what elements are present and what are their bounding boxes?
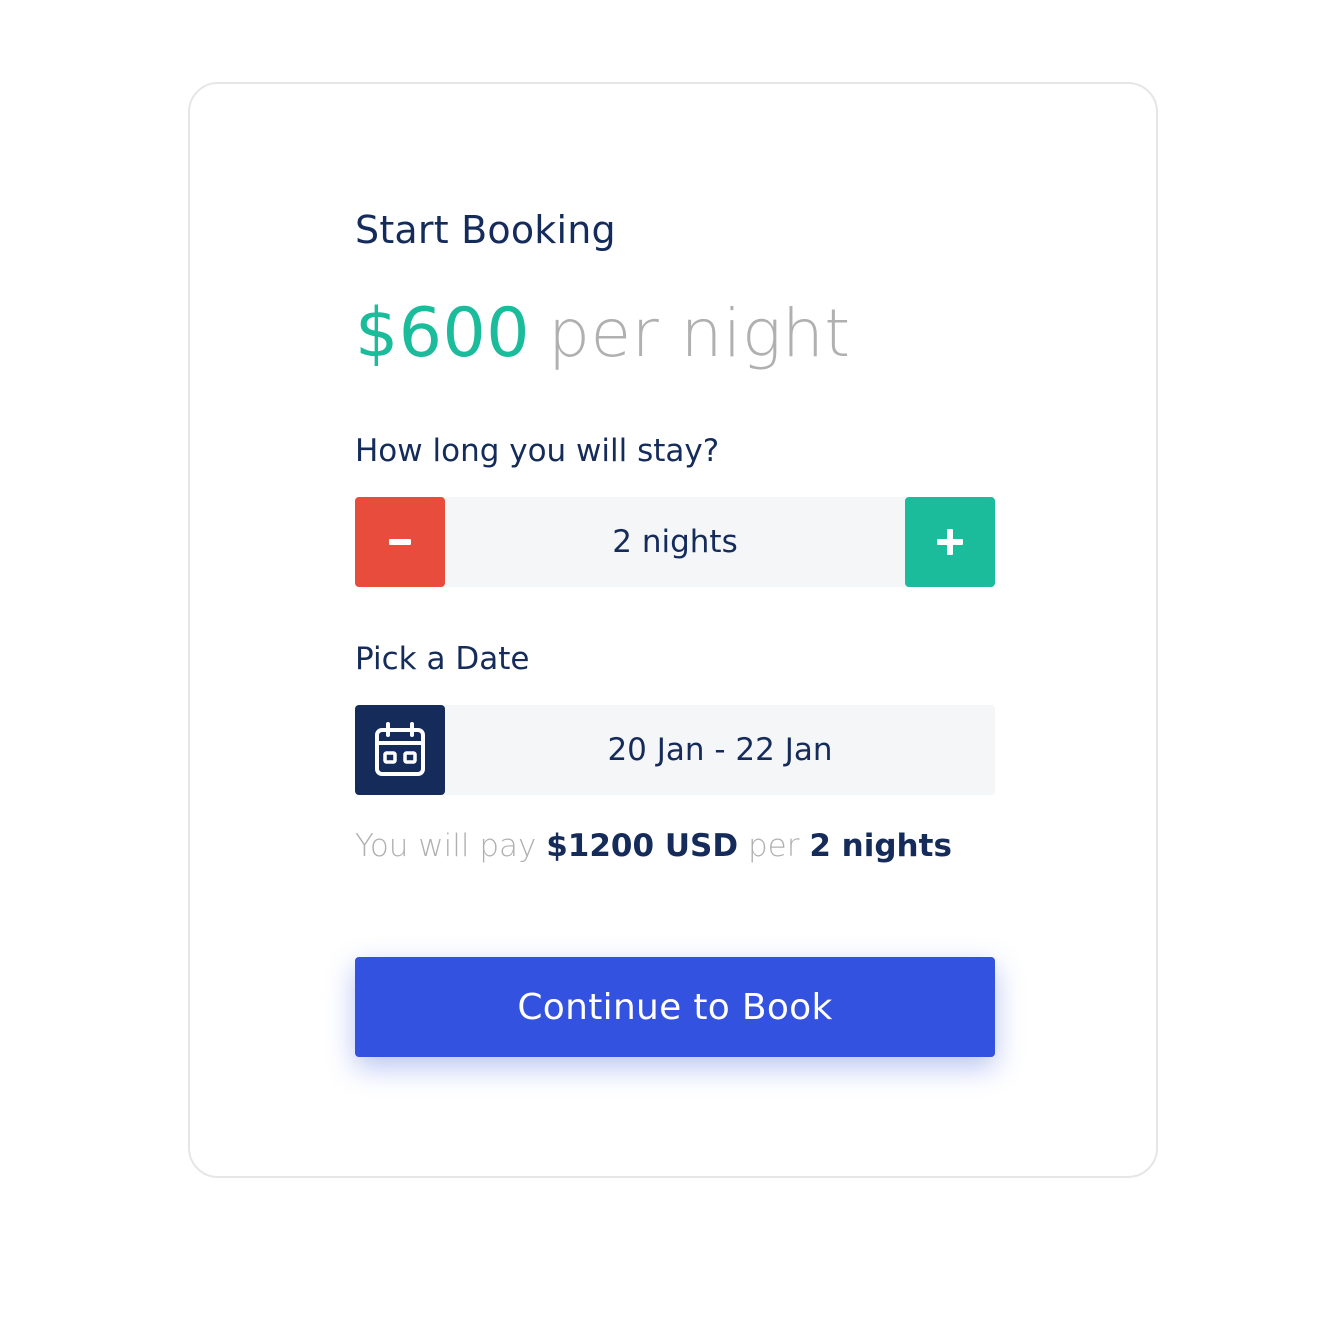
continue-to-book-button[interactable]: Continue to Book bbox=[355, 957, 995, 1057]
date-range-value: 20 Jan - 22 Jan bbox=[607, 732, 833, 768]
decrease-nights-button[interactable] bbox=[355, 497, 445, 587]
booking-title: Start Booking bbox=[355, 208, 616, 252]
summary-prefix: You will pay bbox=[355, 828, 537, 864]
price-amount: $600 bbox=[355, 294, 531, 373]
date-picker[interactable]: 20 Jan - 22 Jan bbox=[355, 705, 995, 795]
calendar-button[interactable] bbox=[355, 705, 445, 795]
payment-summary: You will pay $1200 USD per 2 nights bbox=[355, 828, 952, 864]
price-display: $600 per night bbox=[355, 300, 851, 368]
nights-value: 2 nights bbox=[612, 524, 738, 560]
summary-total: $1200 USD bbox=[546, 828, 739, 864]
nights-stepper: 2 nights bbox=[355, 497, 995, 587]
stay-duration-label: How long you will stay? bbox=[355, 433, 720, 469]
increase-nights-button[interactable] bbox=[905, 497, 995, 587]
pick-date-label: Pick a Date bbox=[355, 641, 530, 677]
calendar-icon bbox=[375, 722, 425, 776]
summary-nights: 2 nights bbox=[809, 828, 952, 864]
minus-icon bbox=[389, 539, 411, 545]
summary-middle: per bbox=[747, 828, 800, 864]
plus-icon bbox=[937, 529, 963, 555]
price-unit: per night bbox=[548, 295, 851, 372]
